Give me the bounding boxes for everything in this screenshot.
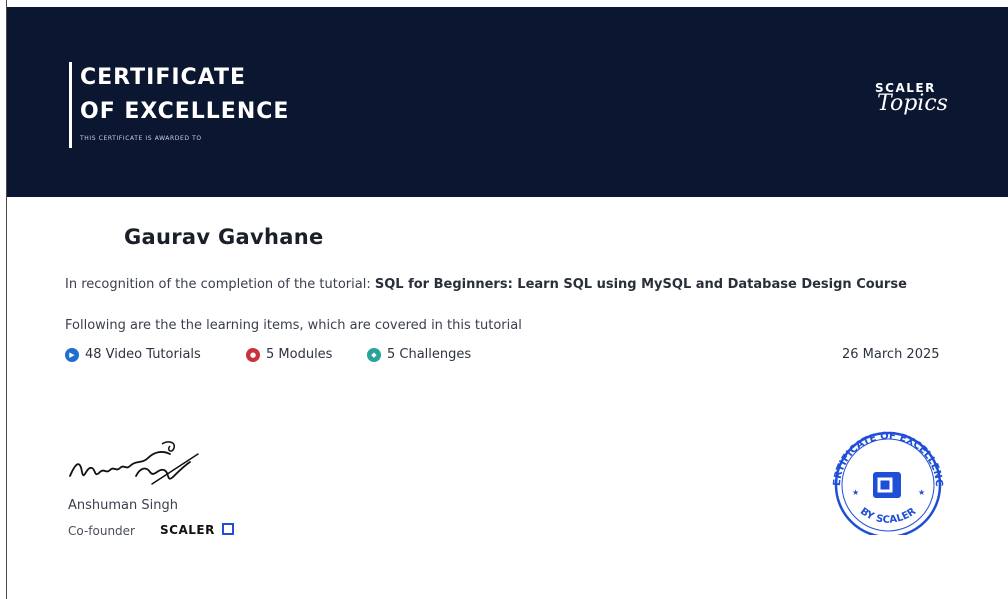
certificate: CERTIFICATE OF EXCELLENCE THIS CERTIFICA… (0, 0, 1008, 599)
excellence-seal: CERTIFICATE OF EXCELLENCE BY SCALER ★ ★ (818, 425, 944, 535)
stat-label: 5 Challenges (387, 347, 472, 362)
certificate-title-line1: CERTIFICATE (80, 65, 247, 90)
module-icon: ● (246, 347, 260, 362)
certificate-subtitle: THIS CERTIFICATE IS AWARDED TO (80, 135, 202, 142)
stat-modules: ● 5 Modules (246, 347, 332, 362)
stat-challenges: ◆ 5 Challenges (367, 347, 471, 362)
scaler-topics-logo-bottom: Topics (877, 91, 948, 116)
signature-image (69, 441, 199, 485)
certificate-header: CERTIFICATE OF EXCELLENCE THIS CERTIFICA… (7, 7, 1008, 197)
seal-cube-icon (873, 472, 901, 498)
stat-label: 48 Video Tutorials (85, 347, 201, 362)
scaler-logo: SCALER (160, 523, 234, 537)
recognition-text: In recognition of the completion of the … (65, 276, 965, 294)
learning-items-text: Following are the the learning items, wh… (65, 318, 522, 333)
scaler-cube-icon (221, 523, 234, 535)
stat-video-tutorials: ▶ 48 Video Tutorials (65, 347, 201, 362)
header-accent-bar (69, 62, 72, 148)
challenge-icon: ◆ (367, 347, 381, 362)
seal-bottom-text: BY SCALER (858, 506, 918, 526)
scaler-logo-text: SCALER (160, 523, 215, 537)
recipient-name: Gaurav Gavhane (124, 225, 324, 249)
signer-name: Anshuman Singh (68, 498, 178, 513)
recognition-prefix: In recognition of the completion of the … (65, 277, 375, 292)
svg-text:★: ★ (918, 488, 925, 497)
play-icon: ▶ (65, 347, 79, 362)
svg-text:BY SCALER: BY SCALER (858, 506, 918, 526)
tutorial-name: SQL for Beginners: Learn SQL using MySQL… (374, 277, 907, 292)
certificate-title-line2: OF EXCELLENCE (80, 99, 290, 124)
certificate-date: 26 March 2025 (842, 347, 940, 362)
signer-role: Co-founder (68, 524, 135, 538)
svg-text:★: ★ (852, 488, 859, 497)
stat-label: 5 Modules (266, 347, 333, 362)
